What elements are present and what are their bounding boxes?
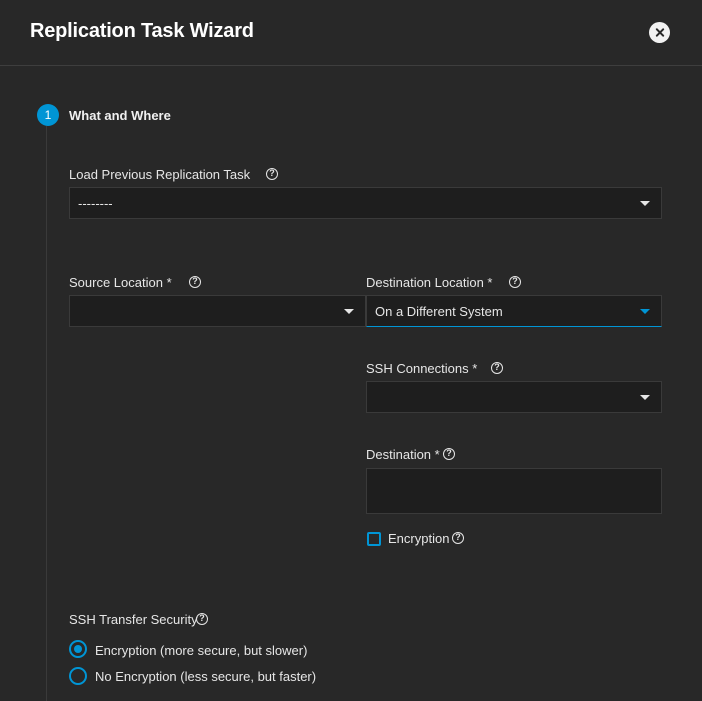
load-previous-label: Load Previous Replication Task (69, 167, 251, 182)
step-label[interactable]: What and Where (69, 108, 171, 123)
help-icon[interactable]: ? (189, 276, 201, 288)
destination-location-select[interactable]: On a Different System (366, 295, 662, 327)
dialog-title: Replication Task Wizard (30, 20, 254, 42)
source-location-select[interactable] (69, 295, 366, 327)
chevron-down-icon (640, 201, 650, 206)
encryption-checkbox[interactable] (367, 532, 381, 546)
step-number-badge[interactable]: 1 (37, 104, 59, 126)
chevron-down-icon (640, 309, 650, 314)
chevron-down-icon (344, 309, 354, 314)
close-icon[interactable] (649, 22, 670, 43)
radio-no-encryption-label[interactable]: No Encryption (less secure, but faster) (95, 669, 316, 684)
load-previous-select[interactable]: -------- (69, 187, 662, 219)
chevron-down-icon (640, 395, 650, 400)
load-previous-value: -------- (78, 196, 113, 211)
encryption-label: Encryption (388, 531, 450, 546)
destination-label: Destination * (366, 447, 440, 462)
destination-input[interactable] (366, 468, 662, 514)
help-icon[interactable]: ? (452, 532, 464, 544)
stepper-line (46, 126, 47, 701)
help-icon[interactable]: ? (266, 168, 278, 180)
help-icon[interactable]: ? (509, 276, 521, 288)
help-icon[interactable]: ? (196, 613, 208, 625)
radio-encryption-label[interactable]: Encryption (more secure, but slower) (95, 643, 307, 658)
ssh-connections-label: SSH Connections * (366, 361, 478, 376)
source-location-label: Source Location * (69, 275, 172, 290)
help-icon[interactable]: ? (491, 362, 503, 374)
dialog-header: Replication Task Wizard (0, 0, 702, 66)
destination-location-label: Destination Location * (366, 275, 493, 290)
ssh-connections-select[interactable] (366, 381, 662, 413)
radio-encryption[interactable] (69, 640, 87, 658)
radio-no-encryption[interactable] (69, 667, 87, 685)
ssh-transfer-security-label: SSH Transfer Security (69, 612, 198, 627)
help-icon[interactable]: ? (443, 448, 455, 460)
destination-location-value: On a Different System (375, 304, 503, 319)
